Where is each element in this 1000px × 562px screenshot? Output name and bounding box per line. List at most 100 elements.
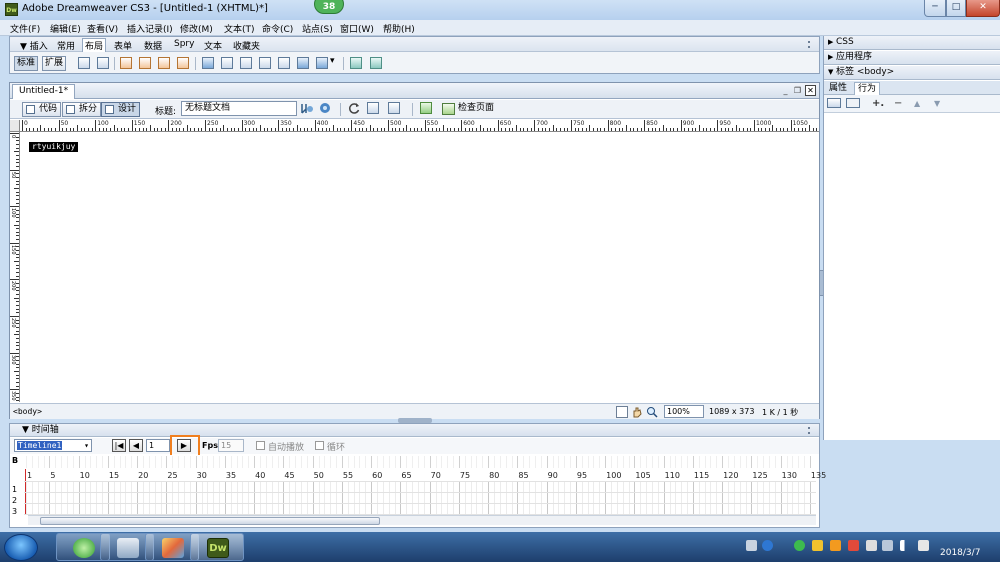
validate-markup-icon[interactable] [420,102,432,114]
document-close-button[interactable]: ✕ [805,85,816,96]
menu-view[interactable]: 查看(V) [87,22,118,35]
standard-mode-button[interactable]: 标准 [14,56,39,71]
hand-tool-icon[interactable] [631,406,643,418]
refresh-icon[interactable] [348,102,360,114]
tab-common[interactable]: 常用 [57,39,75,52]
layout-table-icon[interactable] [78,57,90,69]
insert-table-icon[interactable] [120,57,132,69]
spry-panel-icon[interactable] [370,57,382,69]
volume-icon[interactable] [918,540,929,551]
menu-file[interactable]: 文件(F) [10,22,40,35]
timeline-select[interactable]: Timeline1 ▾ [14,439,92,452]
tab-attributes[interactable]: 属性 [826,82,850,95]
split-view-button[interactable]: 拆分 [62,102,102,117]
application-panel-header[interactable]: ▶ 应用程序 [824,51,1000,65]
tab-layout[interactable]: 布局 [82,38,107,52]
ruler-origin[interactable] [10,120,20,132]
insert-div-icon[interactable] [139,57,151,69]
tab-data[interactable]: 数据 [144,39,162,52]
update-icon[interactable] [830,540,841,551]
insert-row-above-icon[interactable] [221,57,233,69]
move-up-button[interactable]: ▲ [914,99,920,108]
frames-icon[interactable] [316,57,328,69]
tag-inspector-header[interactable]: ▼ 标签 <body> [824,66,1000,80]
panel-options-icon[interactable] [808,41,814,48]
expanded-mode-button[interactable]: 扩展 [42,56,67,71]
help-icon[interactable] [762,540,773,551]
timeline-grid[interactable]: B 1 2 3 1 5 10 15 20 25 30 35 40 45 50 55 60 65 70 75 80… [10,455,826,516]
menu-text[interactable]: 文本(T) [224,22,255,35]
start-button[interactable] [4,534,38,561]
frames-dropdown-arrow[interactable]: ▾ [330,56,335,66]
maximize-button[interactable]: □ [946,0,966,17]
antivirus-icon[interactable] [848,540,859,551]
draw-ap-div-icon[interactable] [158,57,170,69]
tag-selector[interactable]: <body> [13,407,42,416]
insert-panel-title[interactable]: ▼ 插入 [20,39,48,52]
move-down-button[interactable]: ▼ [934,99,940,108]
spry-menu-icon[interactable] [350,57,362,69]
add-behavior-button[interactable]: +. [872,98,884,109]
window-size[interactable]: 1089 x 373 [709,407,754,416]
insert-row-below-icon[interactable] [240,57,252,69]
visual-aids-icon[interactable] [388,102,400,114]
network-icon[interactable] [900,540,911,551]
taskbar-dreamweaver[interactable]: Dw [190,533,244,561]
device-icon[interactable] [866,540,877,551]
css-panel-header[interactable]: ▶ CSS [824,36,1000,50]
page-title-input[interactable]: 无标题文档 [181,101,297,116]
menu-commands[interactable]: 命令(C) [262,22,293,35]
design-view-canvas[interactable]: rtyuikjuy [21,133,818,401]
notification-icon[interactable] [812,540,823,551]
tab-behaviors[interactable]: 行为 [854,82,881,95]
loop-checkbox[interactable]: 循环 [315,440,345,453]
timeline-options-icon[interactable] [808,427,814,434]
flag-icon[interactable] [882,540,893,551]
design-view-button[interactable]: 设计 [101,102,141,117]
timeline-header[interactable]: ▼ 时间轴 [10,424,819,437]
security-icon[interactable] [794,540,805,551]
show-all-events-icon[interactable] [846,98,860,108]
select-tool-icon[interactable] [616,406,628,418]
taskbar-date[interactable]: 2018/3/7 [940,548,980,558]
layout-view-icon[interactable] [177,57,189,69]
document-restore-button[interactable]: ❐ [792,85,803,96]
selected-content-text[interactable]: rtyuikjuy [29,142,79,152]
timeline-scrollbar[interactable] [28,515,816,525]
tab-forms[interactable]: 表单 [114,39,132,52]
show-set-events-icon[interactable] [827,98,841,108]
table-grid-icon[interactable] [202,57,214,69]
menu-modify[interactable]: 修改(M) [180,22,213,35]
zoom-tool-icon[interactable] [646,406,658,418]
zoom-select[interactable]: 100% [664,405,704,418]
tab-favorites[interactable]: 收藏夹 [233,39,260,52]
frame-number-input[interactable]: 1 [146,439,170,452]
close-button[interactable]: ✕ [966,0,1000,17]
view-options-icon[interactable] [367,102,379,114]
iframe-icon[interactable] [297,57,309,69]
document-minimize-button[interactable]: _ [780,85,791,96]
menu-help[interactable]: 帮助(H) [383,22,415,35]
menu-site[interactable]: 站点(S) [302,22,333,35]
remove-behavior-button[interactable]: − [894,98,902,109]
file-management-icon[interactable] [300,102,313,114]
rewind-button[interactable]: |◀ [112,439,126,452]
fps-input[interactable]: 15 [218,439,244,452]
layout-cell-icon[interactable] [97,57,109,69]
tab-text[interactable]: 文本 [204,39,222,52]
autoplay-checkbox[interactable]: 自动播放 [256,440,304,453]
preview-browser-icon[interactable] [319,102,331,114]
document-tab[interactable]: Untitled-1* [12,84,76,99]
tab-spry[interactable]: Spry [174,39,194,49]
menu-window[interactable]: 窗口(W) [340,22,374,35]
menu-edit[interactable]: 编辑(E) [50,22,81,35]
keyboard-icon[interactable] [746,540,757,551]
minimize-button[interactable]: ─ [924,0,946,17]
back-button[interactable]: ◀ [129,439,143,452]
code-view-button[interactable]: 代码 [22,102,62,117]
menu-insert-record[interactable]: 插入记录(I) [127,22,173,35]
check-page-button[interactable]: 检查页面 [442,102,494,117]
insert-column-right-icon[interactable] [278,57,290,69]
timeline-scroll-thumb[interactable] [40,517,380,525]
insert-column-left-icon[interactable] [259,57,271,69]
